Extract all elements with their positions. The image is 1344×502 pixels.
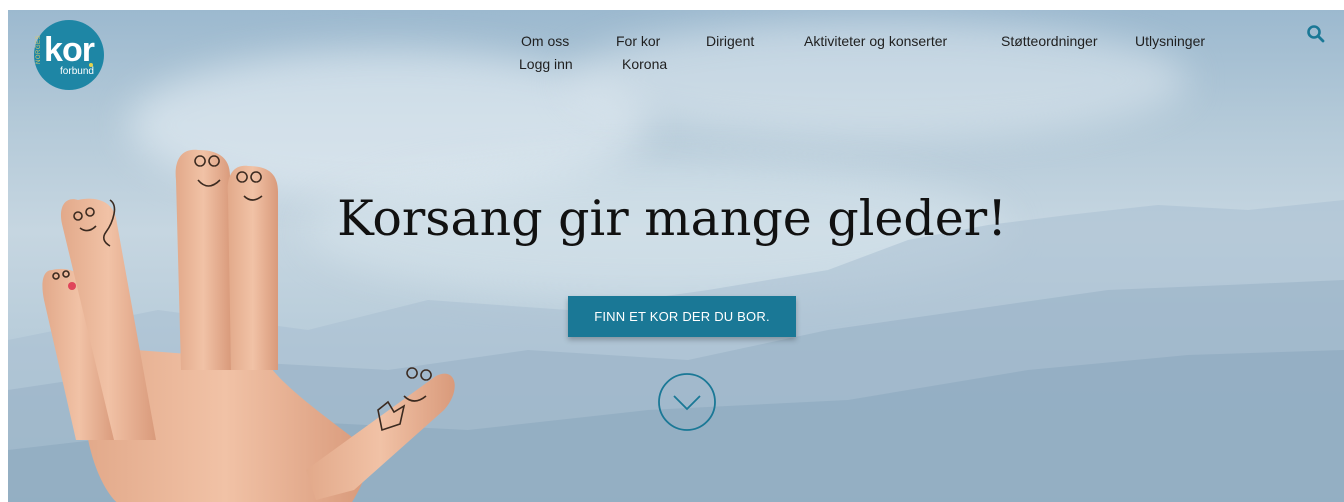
nav-item-korona[interactable]: Korona xyxy=(622,56,667,72)
nav-item-for-kor[interactable]: For kor xyxy=(616,33,660,49)
nav-item-om-oss[interactable]: Om oss xyxy=(521,33,569,49)
logo-sub-text: forbund xyxy=(60,66,94,77)
nav-item-aktiviteter[interactable]: Aktiviteter og konserter xyxy=(804,33,947,49)
hero-headline: Korsang gir mange gleder! xyxy=(337,190,1007,247)
chevron-down-circle-icon[interactable] xyxy=(657,372,717,432)
nav-item-utlysninger[interactable]: Utlysninger xyxy=(1135,33,1205,49)
nav-item-dirigent[interactable]: Dirigent xyxy=(706,33,754,49)
search-icon[interactable] xyxy=(1306,24,1326,44)
logo-dot xyxy=(89,63,93,67)
site-logo[interactable]: NORGES kor forbund xyxy=(34,20,104,90)
logo-top-text: NORGES xyxy=(36,34,42,64)
find-choir-button[interactable]: FINN ET KOR DER DU BOR. xyxy=(568,296,796,337)
logo-main-text: kor xyxy=(44,31,95,69)
nav-item-logg-inn[interactable]: Logg inn xyxy=(519,56,573,72)
nav-item-stotteordninger[interactable]: Støtteordninger xyxy=(1001,33,1098,49)
